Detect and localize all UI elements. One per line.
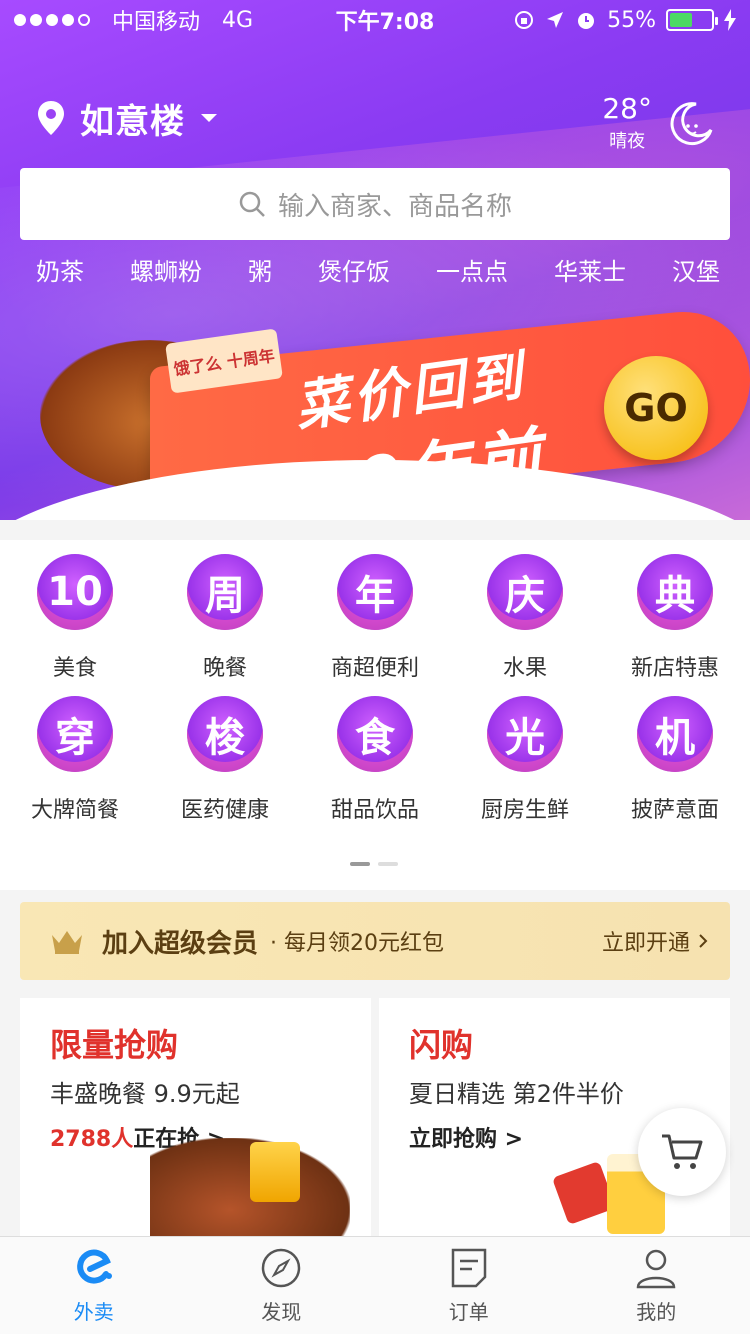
status-bar: 中国移动 4G 下午7:08 55% [0,0,750,40]
category-icon: 梭 [187,696,263,772]
signal-icon [14,14,90,26]
promo-subtitle: 丰盛晚餐 9.9元起 [50,1080,240,1108]
hot-keyword[interactable]: 奶茶 [36,252,84,294]
weather-temperature: 28° [602,92,652,125]
member-subtitle: · 每月领20元红包 [270,931,444,956]
header-area: 中国移动 4G 下午7:08 55% 如意楼 28° 晴夜 输入商家、商品名称 … [0,0,750,520]
chevron-right-icon [699,934,708,948]
hot-keyword[interactable]: 汉堡 [672,252,720,294]
search-input[interactable]: 输入商家、商品名称 [20,168,730,240]
page-dot-active [350,862,370,866]
compass-icon [259,1246,303,1290]
tab-orders[interactable]: 订单 [375,1237,563,1334]
charging-icon [724,9,736,31]
eleme-icon [72,1246,116,1290]
category-icon: 年 [337,554,413,630]
promo-title: 闪购 [409,1026,474,1064]
category-grid: 10 美食 周晚餐 年商超便利 庆水果 典新店特惠 穿大牌简餐 梭医药健康 食甜品… [0,540,750,890]
battery-icon [666,9,718,31]
weather-description: 晴夜 [609,131,646,152]
hot-keywords: 奶茶 螺蛳粉 粥 煲仔饭 一点点 华莱士 汉堡 面 [0,252,750,294]
category-label: 大牌简餐 [30,798,119,823]
member-action-label: 立即开通 [601,931,690,956]
battery-percent: 55% [607,7,656,33]
member-action[interactable]: 立即开通 [602,925,708,957]
category-icon: 食 [337,696,413,772]
tab-label: 订单 [448,1300,489,1324]
category-icon: 穿 [37,696,113,772]
promo-title: 限量抢购 [50,1026,179,1064]
tab-label: 发现 [261,1300,302,1324]
profile-icon [634,1246,678,1290]
category-item[interactable]: 梭医药健康 [150,696,300,824]
status-time: 下午7:08 [335,10,435,35]
super-member-banner[interactable]: 加入超级会员 · 每月领20元红包 立即开通 [20,902,730,980]
category-label: 晚餐 [202,656,247,681]
promo-count: 2788人 [50,1127,134,1152]
promo-banner[interactable]: 饿了么 十周年 菜价回到 10年前 GO [0,300,750,520]
location-arrow-icon [547,12,564,28]
category-item[interactable]: 食甜品饮品 [300,696,450,824]
category-item[interactable]: 庆水果 [450,554,600,682]
tab-takeout[interactable]: 外卖 [0,1237,188,1334]
hot-keyword[interactable]: 一点点 [436,252,508,294]
location-name: 如意楼 [80,101,185,142]
cart-icon [662,1134,703,1169]
tab-label: 我的 [636,1300,677,1324]
location-pin-icon [38,101,64,135]
hot-keyword[interactable]: 螺蛳粉 [130,252,202,294]
rotation-lock-icon [515,11,534,29]
flash-sale-card[interactable]: 限量抢购 丰盛晚餐 9.9元起 2788人正在抢 > [20,998,371,1238]
category-label: 厨房生鲜 [480,798,569,823]
hot-keyword[interactable]: 煲仔饭 [318,252,390,294]
juice-image [250,1142,300,1202]
category-icon: 10 [37,554,113,630]
carrier: 中国移动 [112,10,201,35]
page-indicator [350,862,398,866]
tab-label: 外卖 [73,1300,114,1324]
hot-keyword[interactable]: 华莱士 [554,252,626,294]
category-label: 美食 [52,656,97,681]
page-dot [378,862,398,866]
hot-keyword[interactable]: 粥 [248,252,272,294]
category-label: 披萨意面 [630,798,719,823]
category-item[interactable]: 光厨房生鲜 [450,696,600,824]
banner-go-button[interactable]: GO [604,356,708,460]
crown-icon [52,931,82,954]
bottom-tab-bar: 外卖 发现 订单 我的 [0,1236,750,1334]
alarm-icon [578,13,595,29]
category-icon: 典 [637,554,713,630]
weather-widget[interactable]: 28° 晴夜 [602,92,716,153]
category-icon: 机 [637,696,713,772]
member-title: 加入超级会员 [102,928,259,959]
category-icon: 庆 [487,554,563,630]
category-icon: 周 [187,554,263,630]
category-item[interactable]: 10 美食 [0,554,150,682]
category-label: 水果 [502,656,547,681]
search-placeholder: 输入商家、商品名称 [277,191,512,222]
category-item[interactable]: 年商超便利 [300,554,450,682]
category-label: 新店特惠 [630,656,719,681]
tab-discover[interactable]: 发现 [188,1237,376,1334]
order-icon [447,1246,491,1290]
network-type: 4G [222,7,254,33]
category-item[interactable]: 周晚餐 [150,554,300,682]
search-icon [239,191,265,217]
tab-profile[interactable]: 我的 [563,1237,750,1334]
category-icon: 光 [487,696,563,772]
category-item[interactable]: 穿大牌简餐 [0,696,150,824]
shopping-cart-button[interactable] [638,1108,726,1196]
category-item[interactable]: 机披萨意面 [600,696,750,824]
moon-icon [670,101,713,145]
category-label: 甜品饮品 [330,798,419,823]
promo-cards: 限量抢购 丰盛晚餐 9.9元起 2788人正在抢 > 闪购 夏日精选 第2件半价… [20,998,730,1238]
promo-subtitle: 夏日精选 第2件半价 [409,1080,624,1108]
category-label: 医药健康 [180,798,269,823]
category-label: 商超便利 [330,656,419,681]
category-item[interactable]: 典新店特惠 [600,554,750,682]
chevron-down-icon [201,114,217,122]
